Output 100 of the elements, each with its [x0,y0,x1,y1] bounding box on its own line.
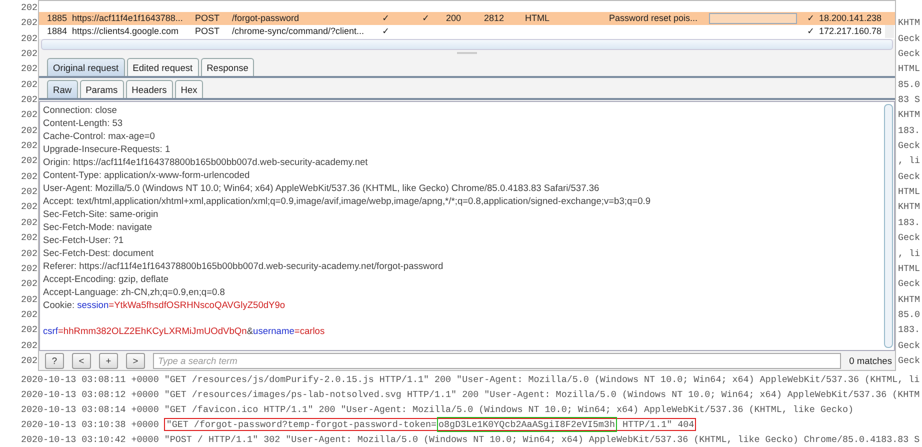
log-line: 2020-10-13 03:10:42 +0000 "POST / HTTP/1.1" 302 "User-Agent: Mozilla/5.0 (Windows NT 10.0; Win64; x64) AppleWebKit/537.36 (KHTML, like Gecko) Chrome/85.0.4183.83 S [20,433,921,447]
request-line: User-Agent: Mozilla/5.0 (Windows NT 10.0; Win64; x64) AppleWebKit/537.36 (KHTML, like Gecko) Chrome/85.0.4183.83 Safari/537.36 [43,182,600,195]
splitter-handle[interactable] [457,52,477,54]
log-text: 83 S [898,93,922,108]
log-text: 202 [21,170,38,184]
log-text: 202 [21,32,38,46]
log-text: 183. [898,323,922,338]
log-text: 202 [21,262,38,276]
request-line: Accept: text/html,application/xhtml+xml,application/xml;q=0.9,image/avif,image/webp,image/apng,*/*;q=0.8,application/signed-exchange;v=b3;q=0.9 [43,195,652,208]
log-text: 85.0 [898,78,922,92]
search-button[interactable]: + [99,352,118,368]
log-line: 2020-10-13 03:08:11 +0000 "GET /resources/js/domPurify-2.0.15.js HTTP/1.1" 200 "User-Agent: Mozilla/5.0 (Windows NT 10.0; Win64; x64) AppleWebKit/537.36 (KHTML, li [20,373,921,388]
log-text: KHTM [898,292,922,307]
history-row[interactable]: 1884 https://clients4.google.com POST /chrome-sync/command/?client... ✓ ✓ 172.217.160.78 [39,25,895,38]
search-field[interactable]: Type a search term [153,352,842,368]
log-text: 202 [21,308,38,322]
tab[interactable]: Raw [47,80,78,98]
log-text: Geck [898,338,922,353]
table-cell: 18.200.141.238 [819,13,882,23]
log-text: 183. [898,216,922,230]
scrollbar[interactable] [884,104,893,348]
log-text: 202 [21,277,38,292]
log-text: KHTM [898,16,922,30]
request-line: Origin: https://acf11f4e1f164378800b165b00bb007d.web-security-academy.net [43,156,369,169]
search-button[interactable]: ? [45,352,64,368]
request-line: Cookie: session=YtkWa5fhsdfOSRHNscoQAVGlyZ50dY9o [43,299,286,312]
request-line: Upgrade-Insecure-Requests: 1 [43,143,172,156]
log-text: 85.0 [898,308,922,322]
log-text: 202 [21,246,38,260]
log-text: 202 [21,323,38,338]
request-line: Sec-Fetch-Site: same-origin [43,208,160,221]
log-text: 202 [21,16,38,30]
tab[interactable]: Hex [174,80,204,98]
tab[interactable]: Original request [47,58,125,76]
log-text: 202 [21,231,38,246]
tab[interactable]: Edited request [126,58,199,76]
log-line: 2020-10-13 03:08:14 +0000 "GET /favicon.ico HTTP/1.1" 200 "User-Agent: Mozilla/5.0 (Windows NT 10.0; Win64; x64) AppleWebKit/537.36 (KHTML, like Gecko) [20,403,855,418]
log-text: 202 [21,47,38,62]
log-status: HTTP/1.1" 404 [622,419,694,430]
log-text: HTML [898,62,922,76]
table-cell: 1884 [47,26,68,36]
log-text: , li [898,246,922,260]
request-line: Sec-Fetch-Mode: navigate [43,221,154,234]
log-text: 202 [21,1,38,15]
log-text: Geck [898,277,922,292]
request-line: Cache-Control: max-age=0 [43,130,156,143]
request-editor[interactable] [39,101,895,351]
log-text: 202 [21,292,38,307]
log-text: 202 [21,338,38,353]
table-cell: ✓ [807,13,815,23]
log-text: KHTM [898,108,922,122]
tab[interactable]: Params [80,80,124,98]
request-line: Content-Length: 53 [43,117,124,130]
table-cell: 172.217.160.78 [819,26,882,36]
table-cell: https://acf11f4e1f1643788... [72,13,183,23]
table-cell: 200 [446,13,462,23]
log-text: HTML [898,185,922,200]
log-timestamp: 2020-10-13 03:10:38 +0000 [21,419,159,430]
scrollbar[interactable] [885,25,894,38]
match-count: 0 matches [849,356,892,366]
log-text: 202 [21,154,38,168]
table-cell: ✓ [382,13,390,23]
scrollbar[interactable] [41,39,893,50]
table-cell: HTML [525,13,550,23]
log-text: 202 [21,216,38,230]
log-text: Geck [898,231,922,246]
log-text: HTML [898,262,922,276]
request-line: Accept-Language: zh-CN,zh;q=0.9,en;q=0.8 [43,286,226,299]
tab[interactable]: Response [200,58,254,76]
tab[interactable]: Headers [126,80,173,98]
request-line: Sec-Fetch-User: ?1 [43,234,125,247]
log-text: Geck [898,170,922,184]
log-text: 202 [21,108,38,122]
table-cell: POST [195,26,220,36]
request-line: Referer: https://acf11f4e1f164378800b165b00bb007d.web-security-academy.net/forgot-password [43,260,444,273]
log-text: Geck [898,139,922,154]
log-text: Geck [898,32,922,46]
log-text: 202 [21,78,38,92]
log-text: Geck [898,354,922,368]
comment-field[interactable] [709,13,797,24]
search-button[interactable]: < [72,352,91,368]
request-line: Connection: close [43,104,118,117]
table-cell: https://clients4.google.com [72,26,179,36]
log-text: 202 [21,354,38,368]
log-line: 2020-10-13 03:08:12 +0000 "GET /resources/images/ps-lab-notsolved.svg HTTP/1.1" 200 "User-Agent: Mozilla/5.0 (Windows NT 10.0; Win64; x64) AppleWebKit/537.36 (KHTM [20,388,921,402]
request-line: Sec-Fetch-Dest: document [43,247,155,260]
table-cell: POST [195,13,220,23]
table-cell: /forgot-password [232,13,300,23]
table-cell: /chrome-sync/command/?client... [232,26,364,36]
request-line: csrf=hhRmm382OLZ2EhKCyLXRMiJmUOdVbQn&username=carlos [43,325,326,338]
log-text: Geck [898,47,922,62]
history-row[interactable]: 1885 https://acf11f4e1f1643788... POST /forgot-password ✓ ✓ 200 2812 HTML Password reset pois... ✓ 18.200.141.238 [39,12,895,25]
search-button[interactable]: > [126,352,145,368]
request-line: Content-Type: application/x-www-form-urlencoded [43,169,251,182]
log-text: 183. [898,124,922,138]
table-cell: ✓ [422,13,430,23]
table-cell: ✓ [382,26,390,36]
log-text: 202 [21,185,38,200]
log-text: , li [898,154,922,168]
table-cell: ✓ [807,26,815,36]
